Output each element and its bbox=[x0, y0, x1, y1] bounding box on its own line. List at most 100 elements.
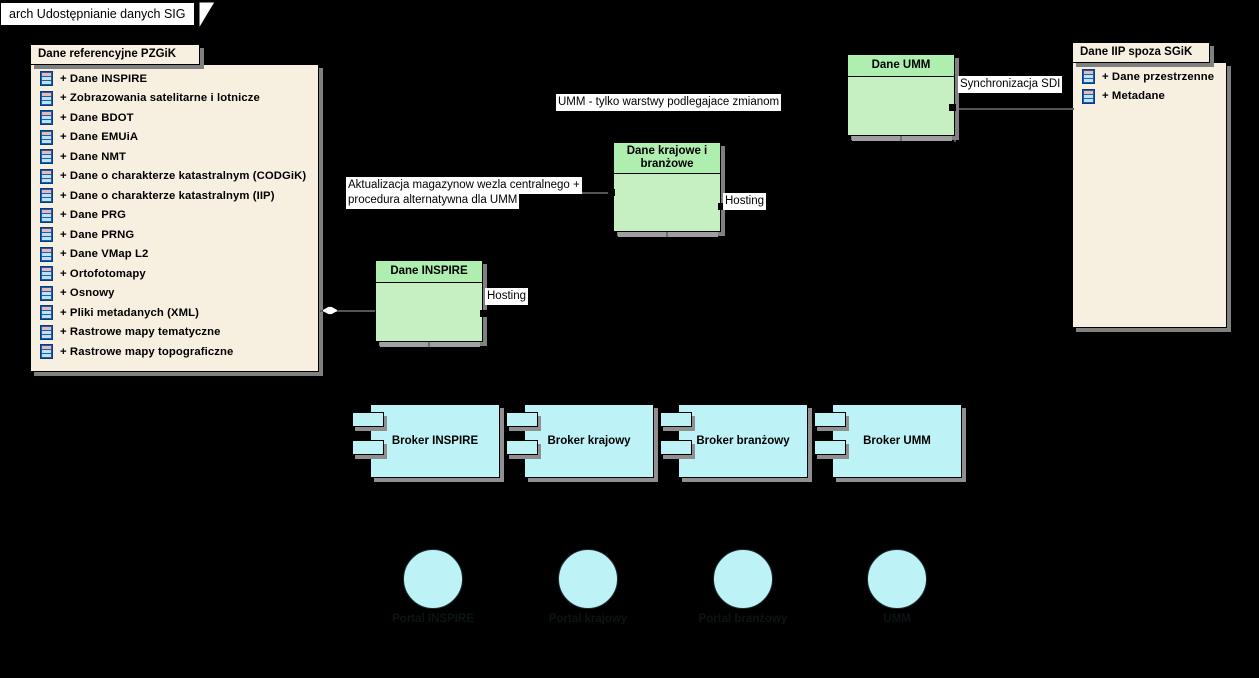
label-synchronizacja-sdi: Synchronizacja SDI bbox=[958, 76, 1063, 93]
interface-label-portal-branzowy: Portal branżowy bbox=[698, 613, 788, 625]
database-icon bbox=[40, 207, 53, 223]
connector-arrow-krajowe bbox=[608, 189, 615, 196]
database-icon bbox=[40, 305, 53, 321]
connector-arrow-hosting-inspire bbox=[480, 310, 487, 317]
list-item[interactable]: + Metadane bbox=[1073, 87, 1226, 107]
list-item[interactable]: + Dane o charakterze katastralnym (CODGi… bbox=[31, 167, 318, 187]
list-item-label: + Metadane bbox=[1102, 90, 1165, 103]
broker-port-top bbox=[660, 412, 692, 427]
list-item-label: + Dane PRG bbox=[60, 209, 126, 222]
package-dane-referencyjne-pzgik[interactable]: Dane referencyjne PZGiK + Dane INSPIRE +… bbox=[30, 44, 323, 376]
package-body-pzgik: + Dane INSPIRE + Zobrazowania satelitarn… bbox=[30, 64, 319, 372]
component-broker-krajowy[interactable]: Broker krajowy bbox=[506, 404, 658, 482]
database-icon bbox=[40, 246, 53, 262]
broker-port-top bbox=[506, 412, 538, 427]
list-item[interactable]: + Dane PRNG bbox=[31, 225, 318, 245]
interface-circle-umm[interactable] bbox=[867, 549, 927, 609]
list-item[interactable]: + Zobrazowania satelitarne i lotnicze bbox=[31, 89, 318, 109]
list-item[interactable]: + Dane PRG bbox=[31, 206, 318, 226]
broker-label-box: Broker UMM bbox=[832, 404, 962, 478]
list-item[interactable]: + Osnowy bbox=[31, 284, 318, 304]
broker-label-box: Broker branżowy bbox=[678, 404, 808, 478]
label-aktualizacja-line2: procedura alternatywna dla UMM bbox=[346, 192, 520, 209]
database-icon bbox=[40, 188, 53, 204]
component-broker-branzowy[interactable]: Broker branżowy bbox=[660, 404, 812, 482]
component-base-dane-inspire bbox=[380, 342, 480, 347]
database-icon bbox=[40, 344, 53, 360]
component-dane-inspire[interactable]: Dane INSPIRE bbox=[375, 260, 483, 342]
interface-label-umm: UMM bbox=[883, 613, 911, 625]
list-item-label: + Pliki metadanych (XML) bbox=[60, 306, 199, 319]
list-item-label: + Dane EMUiA bbox=[60, 131, 139, 144]
broker-label: Broker branżowy bbox=[696, 435, 790, 447]
broker-port-bottom bbox=[660, 440, 692, 455]
diagram-canvas: arch Udostępnianie danych SIG Dane refer… bbox=[0, 0, 1259, 678]
list-item[interactable]: + Rastrowe mapy topograficzne bbox=[31, 342, 318, 362]
list-item[interactable]: + Dane o charakterze katastralnym (IIP) bbox=[31, 186, 318, 206]
database-icon bbox=[40, 266, 53, 282]
connector-umm-to-iip bbox=[954, 108, 1074, 110]
database-icon bbox=[40, 90, 53, 106]
component-dane-umm[interactable]: Dane UMM bbox=[847, 54, 955, 136]
list-item[interactable]: + Dane INSPIRE bbox=[31, 69, 318, 89]
connector-arrow-sync bbox=[949, 104, 956, 111]
broker-label: Broker UMM bbox=[863, 435, 931, 447]
list-item[interactable]: + Dane NMT bbox=[31, 147, 318, 167]
database-icon bbox=[40, 129, 53, 145]
list-item[interactable]: + Ortofotomapy bbox=[31, 264, 318, 284]
component-title-dane-krajowe: Dane krajowe i branżowe bbox=[613, 142, 721, 174]
database-icon bbox=[40, 324, 53, 340]
label-umm-note: UMM - tylko warstwy podlegajace zmianom bbox=[556, 94, 782, 111]
list-item-label: + Dane NMT bbox=[60, 150, 126, 163]
broker-port-top bbox=[352, 412, 384, 427]
list-item-label: + Ortofotomapy bbox=[60, 267, 146, 280]
label-hosting-krajowe: Hosting bbox=[723, 193, 766, 210]
interface-circle-portal-inspire[interactable] bbox=[403, 549, 463, 609]
package-title-pzgik: Dane referencyjne PZGiK bbox=[30, 44, 200, 65]
diagram-frame-tab-corner bbox=[199, 2, 216, 27]
interface-circle-portal-krajowy[interactable] bbox=[558, 549, 618, 609]
list-item-label: + Dane o charakterze katastralnym (CODGi… bbox=[60, 170, 307, 183]
package-dane-iip-spoza-sgik[interactable]: Dane IIP spoza SGiK + Dane przestrzenne … bbox=[1072, 42, 1232, 332]
list-item[interactable]: + Pliki metadanych (XML) bbox=[31, 303, 318, 323]
list-item[interactable]: + Dane przestrzenne bbox=[1073, 67, 1226, 87]
list-item-label: + Dane PRNG bbox=[60, 228, 135, 241]
component-broker-inspire[interactable]: Broker INSPIRE bbox=[352, 404, 504, 482]
component-title-dane-umm: Dane UMM bbox=[847, 54, 955, 77]
interface-label-portal-inspire: Portal INSPIRE bbox=[392, 613, 474, 625]
component-base-divider-dane-umm bbox=[900, 136, 902, 141]
list-item-label: + Zobrazowania satelitarne i lotnicze bbox=[60, 92, 260, 105]
component-title-dane-inspire: Dane INSPIRE bbox=[375, 260, 483, 283]
list-item-label: + Dane VMap L2 bbox=[60, 248, 149, 261]
database-icon bbox=[40, 168, 53, 184]
component-base-dane-krajowe bbox=[618, 232, 718, 237]
component-dane-krajowe-branzowe[interactable]: Dane krajowe i branżowe bbox=[613, 142, 721, 232]
database-icon bbox=[1082, 69, 1095, 85]
database-icon bbox=[40, 110, 53, 126]
list-item[interactable]: + Dane EMUiA bbox=[31, 128, 318, 148]
component-body-dane-umm bbox=[847, 77, 955, 136]
database-icon bbox=[40, 71, 53, 87]
component-body-dane-krajowe bbox=[613, 174, 721, 232]
interface-label-portal-krajowy: Portal krajowy bbox=[548, 613, 628, 625]
component-base-divider-dane-inspire bbox=[428, 342, 430, 347]
list-item[interactable]: + Rastrowe mapy tematyczne bbox=[31, 323, 318, 343]
component-body-dane-inspire bbox=[375, 283, 483, 342]
component-broker-umm[interactable]: Broker UMM bbox=[814, 404, 966, 482]
interface-circle-portal-branzowy[interactable] bbox=[713, 549, 773, 609]
broker-label: Broker krajowy bbox=[547, 435, 631, 447]
list-item-label: + Rastrowe mapy tematyczne bbox=[60, 326, 221, 339]
aggregation-diamond-pzgik bbox=[322, 306, 338, 315]
list-item[interactable]: + Dane BDOT bbox=[31, 108, 318, 128]
component-base-divider-dane-krajowe bbox=[666, 232, 668, 237]
label-hosting-inspire: Hosting bbox=[485, 288, 528, 305]
broker-label-box: Broker INSPIRE bbox=[370, 404, 500, 478]
database-icon bbox=[40, 227, 53, 243]
list-item-label: + Dane INSPIRE bbox=[60, 72, 148, 85]
database-icon bbox=[1082, 88, 1095, 104]
broker-port-top bbox=[814, 412, 846, 427]
broker-port-bottom bbox=[352, 440, 384, 455]
list-item[interactable]: + Dane VMap L2 bbox=[31, 245, 318, 265]
broker-label-box: Broker krajowy bbox=[524, 404, 654, 478]
database-icon bbox=[40, 149, 53, 165]
